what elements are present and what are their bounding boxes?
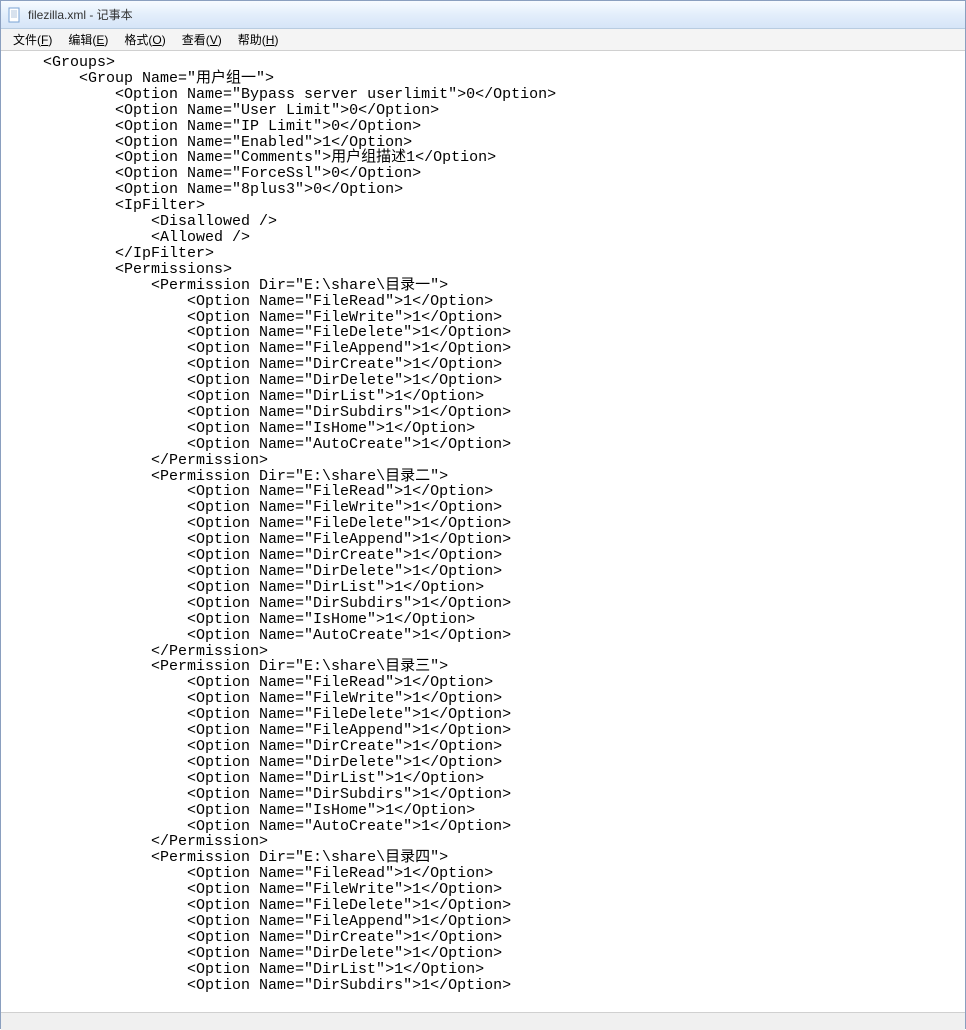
line: <Option Name="DirDelete">1</Option> bbox=[7, 945, 502, 962]
window-title: filezilla.xml - 记事本 bbox=[28, 6, 133, 23]
line: <Disallowed /> bbox=[7, 213, 277, 230]
notepad-icon bbox=[7, 7, 23, 23]
statusbar bbox=[1, 1012, 965, 1030]
line: </IpFilter> bbox=[7, 245, 214, 262]
line: <Permission Dir="E:\share\目录三"> bbox=[7, 658, 448, 675]
menubar: 文件(F) 编辑(E) 格式(O) 查看(V) 帮助(H) bbox=[1, 29, 965, 51]
line: <Option Name="FileRead">1</Option> bbox=[7, 293, 493, 310]
line: </Permission> bbox=[7, 452, 268, 469]
line: <Option Name="FileAppend">1</Option> bbox=[7, 722, 511, 739]
line: <Option Name="FileRead">1</Option> bbox=[7, 483, 493, 500]
line: <Option Name="FileAppend">1</Option> bbox=[7, 340, 511, 357]
line: <Option Name="FileDelete">1</Option> bbox=[7, 897, 511, 914]
line: <Option Name="Enabled">1</Option> bbox=[7, 134, 412, 151]
menu-help[interactable]: 帮助(H) bbox=[230, 29, 287, 50]
line: <Groups> bbox=[7, 54, 115, 71]
line: <Option Name="IsHome">1</Option> bbox=[7, 802, 475, 819]
line: <Option Name="DirCreate">1</Option> bbox=[7, 929, 502, 946]
line: <Group Name="用户组一"> bbox=[7, 70, 274, 87]
line: <Option Name="DirList">1</Option> bbox=[7, 388, 484, 405]
line: <Option Name="User Limit">0</Option> bbox=[7, 102, 439, 119]
line: <Option Name="DirCreate">1</Option> bbox=[7, 356, 502, 373]
line: <Option Name="ForceSsl">0</Option> bbox=[7, 165, 421, 182]
line: <Permissions> bbox=[7, 261, 232, 278]
menu-edit[interactable]: 编辑(E) bbox=[60, 29, 116, 50]
menu-view[interactable]: 查看(V) bbox=[174, 29, 230, 50]
line: <Option Name="DirSubdirs">1</Option> bbox=[7, 786, 511, 803]
line: <Option Name="FileDelete">1</Option> bbox=[7, 706, 511, 723]
line: <Option Name="DirSubdirs">1</Option> bbox=[7, 977, 511, 994]
line: <Option Name="DirSubdirs">1</Option> bbox=[7, 404, 511, 421]
line: <Permission Dir="E:\share\目录一"> bbox=[7, 277, 448, 294]
line: <Option Name="DirList">1</Option> bbox=[7, 770, 484, 787]
line: <Permission Dir="E:\share\目录四"> bbox=[7, 849, 448, 866]
line: <Option Name="FileRead">1</Option> bbox=[7, 865, 493, 882]
text-area[interactable]: <Groups> <Group Name="用户组一"> <Option Nam… bbox=[1, 51, 965, 1012]
line: <Option Name="DirCreate">1</Option> bbox=[7, 738, 502, 755]
line: </Permission> bbox=[7, 833, 268, 850]
line: <Option Name="FileDelete">1</Option> bbox=[7, 324, 511, 341]
line: <Option Name="FileAppend">1</Option> bbox=[7, 913, 511, 930]
menu-format[interactable]: 格式(O) bbox=[116, 29, 173, 50]
line: <Permission Dir="E:\share\目录二"> bbox=[7, 468, 448, 485]
line: <Option Name="FileAppend">1</Option> bbox=[7, 531, 511, 548]
line: <Option Name="IsHome">1</Option> bbox=[7, 611, 475, 628]
line: <Option Name="FileWrite">1</Option> bbox=[7, 881, 502, 898]
line: <Option Name="FileWrite">1</Option> bbox=[7, 690, 502, 707]
line: <Option Name="DirDelete">1</Option> bbox=[7, 754, 502, 771]
line: <Option Name="DirSubdirs">1</Option> bbox=[7, 595, 511, 612]
line: <IpFilter> bbox=[7, 197, 205, 214]
line: <Option Name="DirDelete">1</Option> bbox=[7, 563, 502, 580]
line: <Option Name="FileDelete">1</Option> bbox=[7, 515, 511, 532]
line: </Permission> bbox=[7, 643, 268, 660]
line: <Option Name="DirCreate">1</Option> bbox=[7, 547, 502, 564]
line: <Option Name="Bypass server userlimit">0… bbox=[7, 86, 556, 103]
line: <Option Name="Comments">用户组描述1</Option> bbox=[7, 149, 496, 166]
titlebar: filezilla.xml - 记事本 bbox=[1, 1, 965, 29]
line: <Option Name="IsHome">1</Option> bbox=[7, 420, 475, 437]
line: <Option Name="AutoCreate">1</Option> bbox=[7, 627, 511, 644]
line: <Option Name="AutoCreate">1</Option> bbox=[7, 436, 511, 453]
line: <Option Name="FileWrite">1</Option> bbox=[7, 499, 502, 516]
line: <Option Name="IP Limit">0</Option> bbox=[7, 118, 421, 135]
line: <Allowed /> bbox=[7, 229, 250, 246]
line: <Option Name="DirList">1</Option> bbox=[7, 579, 484, 596]
line: <Option Name="DirDelete">1</Option> bbox=[7, 372, 502, 389]
line: <Option Name="FileWrite">1</Option> bbox=[7, 309, 502, 326]
menu-file[interactable]: 文件(F) bbox=[5, 29, 60, 50]
line: <Option Name="AutoCreate">1</Option> bbox=[7, 818, 511, 835]
line: <Option Name="8plus3">0</Option> bbox=[7, 181, 403, 198]
line: <Option Name="DirList">1</Option> bbox=[7, 961, 484, 978]
line: <Option Name="FileRead">1</Option> bbox=[7, 674, 493, 691]
